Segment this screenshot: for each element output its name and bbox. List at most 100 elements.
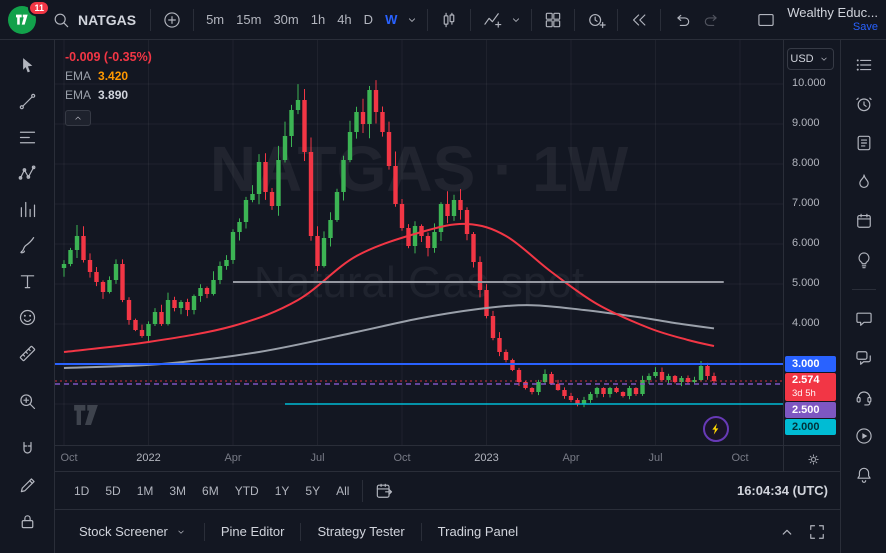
indicator-name: EMA xyxy=(65,88,91,102)
timeframe-chevron-down-icon[interactable] xyxy=(403,5,421,35)
lock-icon[interactable] xyxy=(8,504,46,538)
indicators-chevron-down-icon[interactable] xyxy=(507,5,525,35)
save-button[interactable]: Save xyxy=(853,20,878,34)
currency-dropdown[interactable]: USD xyxy=(787,48,834,70)
tradingview-watermark-logo-icon[interactable] xyxy=(67,400,105,435)
alerts-icon[interactable] xyxy=(847,87,881,121)
trend-line-icon[interactable] xyxy=(8,84,46,118)
date-range-bar: 1D5D1M3M6MYTD1Y5YAll 16:04:34 (UTC) xyxy=(55,471,840,509)
bar-replay-icon[interactable] xyxy=(624,5,654,35)
watchlist-icon[interactable] xyxy=(847,48,881,82)
price-tick-10: 10.000 xyxy=(792,77,826,89)
range-6m[interactable]: 6M xyxy=(195,480,226,502)
tab-stock-screener[interactable]: Stock Screener xyxy=(63,510,204,553)
toolbar-divider xyxy=(150,9,151,31)
xabcd-pattern-icon[interactable] xyxy=(8,156,46,190)
tab-strategy-tester[interactable]: Strategy Tester xyxy=(301,510,420,553)
indicator-legend-ema-fast[interactable]: EMA 3.420 xyxy=(65,69,152,83)
text-icon[interactable] xyxy=(8,264,46,298)
timeframe-w[interactable]: W xyxy=(379,8,403,31)
price-axis[interactable]: USD 4.0005.0006.0007.0008.0009.00010.000… xyxy=(783,40,840,445)
notifications-icon[interactable] xyxy=(847,458,881,492)
indicator-name: EMA xyxy=(65,69,91,83)
publish-chart-icon[interactable] xyxy=(751,5,781,35)
layout-account[interactable]: Wealthy Educ... Save xyxy=(787,6,878,34)
timeframe-5m[interactable]: 5m xyxy=(200,8,230,31)
timeframe-group: 5m15m30m1h4hDW xyxy=(200,8,403,31)
undo-icon[interactable] xyxy=(667,5,697,35)
timeframe-15m[interactable]: 15m xyxy=(230,8,267,31)
chart-settings-gear-icon[interactable] xyxy=(802,448,824,470)
range-5y[interactable]: 5Y xyxy=(298,480,327,502)
conversations-icon[interactable] xyxy=(847,341,881,375)
price-tick-8: 8.000 xyxy=(792,157,820,169)
time-tick-oct: Oct xyxy=(393,452,410,464)
time-tick-apr: Apr xyxy=(224,452,241,464)
server-clock[interactable]: 16:04:34 (UTC) xyxy=(737,483,828,498)
search-icon[interactable] xyxy=(46,5,76,35)
notification-badge: 11 xyxy=(28,0,50,16)
ruler-icon[interactable] xyxy=(8,336,46,370)
timeframe-d[interactable]: D xyxy=(358,8,379,31)
tab-trading-panel[interactable]: Trading Panel xyxy=(422,510,534,553)
panel-expand-chevron-icon[interactable] xyxy=(772,517,802,547)
magnet-icon[interactable] xyxy=(8,432,46,466)
toolbar-divider xyxy=(617,9,618,31)
timeframe-4h[interactable]: 4h xyxy=(331,8,357,31)
brush-icon[interactable] xyxy=(8,228,46,262)
price-label-3.000: 3.000 xyxy=(785,356,836,372)
chart-style-candles-icon[interactable] xyxy=(434,5,464,35)
chat-icon[interactable] xyxy=(847,302,881,336)
emoji-icon[interactable] xyxy=(8,300,46,334)
support-icon[interactable] xyxy=(847,380,881,414)
date-range-group: 1D5D1M3M6MYTD1Y5YAll xyxy=(67,480,356,502)
time-tick-apr: Apr xyxy=(562,452,579,464)
time-axis[interactable]: Oct2022AprJulOct2023AprJulOct xyxy=(55,445,840,471)
toolbar-divider xyxy=(470,9,471,31)
toolbar-divider xyxy=(574,9,575,31)
legend-collapse-button[interactable] xyxy=(65,110,91,126)
range-5d[interactable]: 5D xyxy=(98,480,127,502)
chart-plot-area[interactable]: NATGAS · 1W Natural Gas spot -0.009 (-0.… xyxy=(55,40,783,445)
range-1y[interactable]: 1Y xyxy=(268,480,297,502)
time-tick-jul: Jul xyxy=(648,452,662,464)
layout-grid-icon[interactable] xyxy=(538,5,568,35)
range-all[interactable]: All xyxy=(329,480,356,502)
range-1d[interactable]: 1D xyxy=(67,480,96,502)
edit-icon[interactable] xyxy=(8,468,46,502)
journal-icon[interactable] xyxy=(847,126,881,160)
user-avatar[interactable]: 11 xyxy=(8,4,42,36)
chevron-up-icon xyxy=(71,111,85,125)
price-change-label: -0.009 (-0.35%) xyxy=(65,50,152,64)
go-to-date-icon[interactable] xyxy=(369,476,399,506)
compare-add-icon[interactable] xyxy=(157,5,187,35)
streams-icon[interactable] xyxy=(847,419,881,453)
currency-label: USD xyxy=(790,53,813,65)
hotlists-icon[interactable] xyxy=(847,165,881,199)
tab-pine-editor[interactable]: Pine Editor xyxy=(205,510,301,553)
range-1m[interactable]: 1M xyxy=(130,480,161,502)
range-3m[interactable]: 3M xyxy=(162,480,193,502)
timeframe-30m[interactable]: 30m xyxy=(267,8,304,31)
forecast-icon[interactable] xyxy=(8,192,46,226)
indicator-legend-ema-slow[interactable]: EMA 3.890 xyxy=(65,88,152,102)
panel-maximize-icon[interactable] xyxy=(802,517,832,547)
indicators-icon[interactable] xyxy=(477,5,507,35)
toolbar-divider xyxy=(660,9,661,31)
timeframe-1h[interactable]: 1h xyxy=(305,8,331,31)
cursor-icon[interactable] xyxy=(8,48,46,82)
time-tick-2023: 2023 xyxy=(474,452,498,464)
symbol-name[interactable]: NATGAS xyxy=(78,12,136,28)
calendar-icon[interactable] xyxy=(847,204,881,238)
time-tick-jul: Jul xyxy=(310,452,324,464)
create-alert-icon[interactable] xyxy=(581,5,611,35)
zoom-in-icon[interactable] xyxy=(8,384,46,418)
chevron-down-icon xyxy=(174,525,188,539)
quick-trade-lightning-icon[interactable] xyxy=(703,416,729,442)
ideas-icon[interactable] xyxy=(847,243,881,277)
range-ytd[interactable]: YTD xyxy=(228,480,266,502)
redo-icon[interactable] xyxy=(697,5,727,35)
indicator-value: 3.420 xyxy=(98,69,128,83)
chart-region: NATGAS · 1W Natural Gas spot -0.009 (-0.… xyxy=(55,40,840,445)
fib-retracement-icon[interactable] xyxy=(8,120,46,154)
